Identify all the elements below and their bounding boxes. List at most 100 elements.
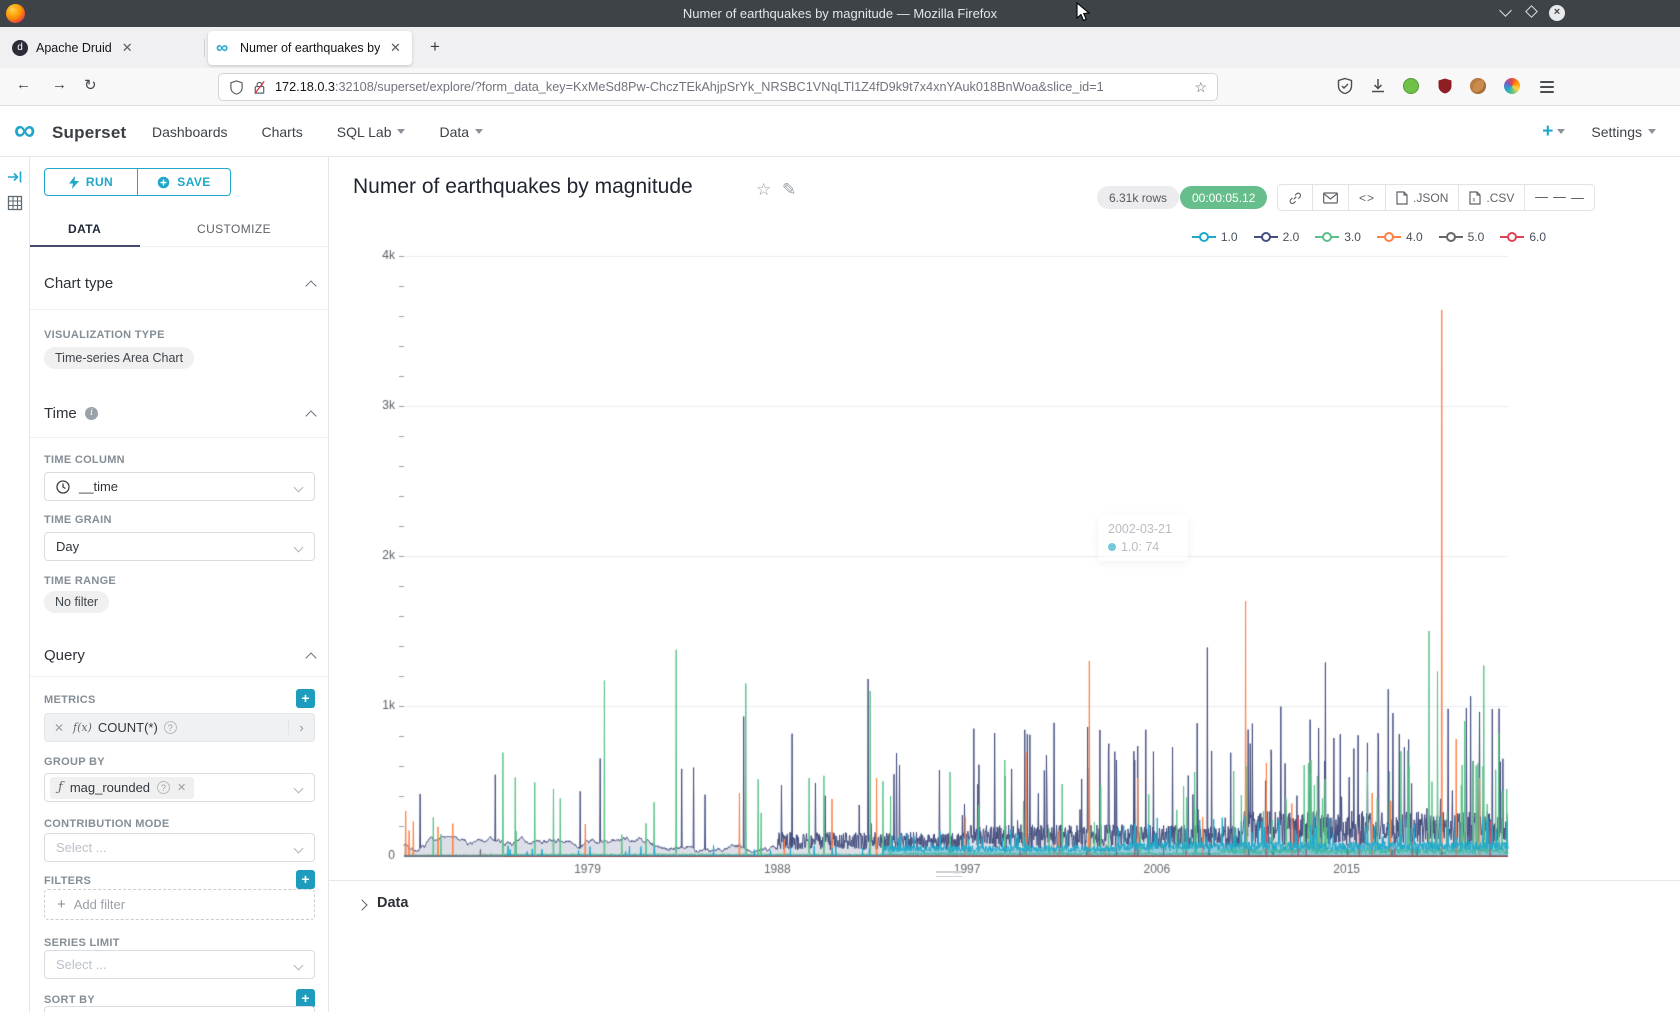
function-icon: f(x) bbox=[73, 721, 92, 734]
window-title: Numer of earthquakes by magnitude — Mozi… bbox=[0, 6, 1680, 21]
expand-panel-icon[interactable] bbox=[7, 169, 23, 185]
series-limit-select[interactable]: Select ... bbox=[44, 950, 315, 979]
run-button[interactable]: RUN bbox=[45, 169, 137, 195]
tab-apache-druid[interactable]: d Apache Druid ✕ bbox=[4, 31, 204, 65]
insecure-lock-icon[interactable] bbox=[252, 80, 267, 95]
add-filter-box[interactable]: + Add filter bbox=[44, 889, 315, 920]
chevron-down-icon bbox=[294, 483, 304, 493]
window-close-button[interactable]: × bbox=[1548, 4, 1566, 22]
groupby-select[interactable]: ƒ mag_rounded ? ✕ bbox=[44, 773, 315, 802]
section-query[interactable]: Query bbox=[44, 647, 315, 664]
tab-earthquakes-chart[interactable]: ∞ Numer of earthquakes by ✕ bbox=[208, 31, 412, 65]
collapsed-datasource-strip bbox=[0, 157, 30, 1012]
window-maximize-button[interactable] bbox=[1522, 4, 1540, 22]
tab-data[interactable]: DATA bbox=[68, 222, 101, 236]
tab-close-icon[interactable]: ✕ bbox=[390, 40, 401, 56]
sort-by-select[interactable] bbox=[44, 1006, 315, 1012]
tab-close-icon[interactable]: ✕ bbox=[122, 40, 133, 56]
druid-favicon-icon: d bbox=[12, 40, 28, 56]
reload-icon[interactable]: ↻ bbox=[84, 76, 97, 94]
embed-code-button[interactable]: <> bbox=[1348, 185, 1385, 210]
time-column-select[interactable]: __time bbox=[44, 472, 315, 501]
time-grain-select[interactable]: Day bbox=[44, 532, 315, 561]
chevron-right-icon[interactable]: › bbox=[288, 720, 314, 735]
panel-tabs: DATA CUSTOMIZE bbox=[30, 215, 329, 247]
section-time[interactable]: Time i bbox=[44, 405, 315, 422]
settings-menu[interactable]: Settings bbox=[1591, 124, 1656, 140]
remove-groupby-icon[interactable]: ✕ bbox=[177, 781, 186, 794]
chevron-down-icon bbox=[294, 784, 304, 794]
add-metric-button[interactable]: + bbox=[296, 689, 315, 708]
back-icon[interactable]: ← bbox=[16, 76, 31, 93]
plus-circle-icon bbox=[157, 176, 170, 189]
chevron-down-icon bbox=[294, 844, 304, 854]
add-filter-plus-button[interactable]: + bbox=[296, 870, 315, 889]
browser-menu-icon[interactable] bbox=[1540, 78, 1558, 96]
browser-tab-strip: d Apache Druid ✕ ∞ Numer of earthquakes … bbox=[0, 27, 1680, 68]
chevron-down-icon bbox=[397, 129, 405, 134]
superset-menu: Dashboards Charts SQL Lab Data bbox=[152, 106, 483, 157]
rows-badge: 6.31k rows bbox=[1097, 186, 1179, 209]
resize-drag-handle[interactable] bbox=[936, 868, 962, 880]
extension-asterisk-icon[interactable] bbox=[1504, 78, 1522, 96]
forward-icon[interactable]: → bbox=[52, 76, 67, 93]
groupby-label: GROUP BY bbox=[44, 756, 105, 768]
nav-data[interactable]: Data bbox=[439, 124, 483, 140]
metric-chip[interactable]: ✕ f(x) COUNT(*) ? › bbox=[44, 713, 315, 742]
help-icon: ? bbox=[164, 721, 177, 734]
ublock-icon[interactable] bbox=[1436, 77, 1454, 95]
nav-charts[interactable]: Charts bbox=[262, 124, 303, 140]
remove-metric-icon[interactable]: ✕ bbox=[45, 721, 73, 735]
chevron-down-icon bbox=[1557, 129, 1565, 134]
expand-data-caret-icon[interactable] bbox=[356, 899, 367, 910]
cookie-icon[interactable] bbox=[1470, 78, 1488, 96]
export-csv-button[interactable]: x .CSV bbox=[1458, 185, 1524, 210]
export-json-button[interactable]: .JSON bbox=[1385, 185, 1458, 210]
save-button[interactable]: SAVE bbox=[137, 169, 230, 195]
url-text: 172.18.0.3:32108/superset/explore/?form_… bbox=[275, 80, 1104, 94]
tracking-shield-icon[interactable] bbox=[229, 80, 244, 95]
favorite-star-icon[interactable]: ☆ bbox=[756, 180, 771, 200]
browser-toolbar: ← → ↻ 172.18.0.3:32108/superset/explore/… bbox=[0, 68, 1680, 106]
json-file-icon bbox=[1396, 191, 1408, 205]
superset-brand[interactable]: Superset bbox=[52, 123, 126, 143]
contribution-mode-select[interactable]: Select ... bbox=[44, 833, 315, 862]
new-item-button[interactable]: + bbox=[1542, 121, 1565, 143]
timeseries-chart-canvas[interactable] bbox=[338, 240, 1568, 885]
time-grain-label: TIME GRAIN bbox=[44, 514, 112, 526]
active-tab-indicator bbox=[30, 245, 140, 247]
svg-text:x: x bbox=[1473, 197, 1476, 203]
nav-dashboards[interactable]: Dashboards bbox=[152, 124, 228, 140]
help-icon: ? bbox=[157, 781, 170, 794]
chart-toolbar: <> .JSON x .CSV bbox=[1277, 184, 1595, 211]
edit-title-icon[interactable]: ✎ bbox=[782, 180, 796, 200]
dataset-grid-icon[interactable] bbox=[7, 195, 23, 211]
url-host: 172.18.0.3 bbox=[275, 80, 335, 94]
data-panel-label[interactable]: Data bbox=[377, 895, 408, 911]
share-link-button[interactable] bbox=[1278, 185, 1312, 210]
email-button[interactable] bbox=[1312, 185, 1348, 210]
groupby-chip[interactable]: ƒ mag_rounded ? ✕ bbox=[50, 777, 194, 799]
code-icon: <> bbox=[1359, 191, 1375, 205]
new-tab-button[interactable]: + bbox=[430, 37, 440, 57]
filters-label: FILTERS bbox=[44, 875, 91, 887]
time-range-value[interactable]: No filter bbox=[44, 591, 109, 613]
chart-menu-icon[interactable] bbox=[1524, 185, 1594, 210]
privacy-badger-icon[interactable] bbox=[1403, 78, 1421, 96]
chevron-up-icon bbox=[305, 280, 316, 291]
sort-by-label: SORT BY bbox=[44, 994, 95, 1006]
section-chart-type[interactable]: Chart type bbox=[44, 275, 315, 292]
series-dot-icon bbox=[1108, 543, 1116, 551]
mouse-cursor bbox=[1076, 2, 1092, 24]
superset-logo[interactable]: ∞ bbox=[14, 115, 35, 147]
nav-sql-lab[interactable]: SQL Lab bbox=[337, 124, 406, 140]
chevron-up-icon bbox=[305, 652, 316, 663]
viz-type-label: VISUALIZATION TYPE bbox=[44, 329, 165, 341]
protections-shield-icon[interactable] bbox=[1336, 77, 1354, 95]
bookmark-star-icon[interactable]: ☆ bbox=[1194, 79, 1207, 96]
download-icon[interactable] bbox=[1369, 77, 1387, 95]
url-bar[interactable]: 172.18.0.3:32108/superset/explore/?form_… bbox=[218, 73, 1218, 101]
viz-type-value[interactable]: Time-series Area Chart bbox=[44, 347, 194, 369]
window-minimize-button[interactable] bbox=[1496, 4, 1514, 22]
tab-customize[interactable]: CUSTOMIZE bbox=[197, 222, 271, 236]
